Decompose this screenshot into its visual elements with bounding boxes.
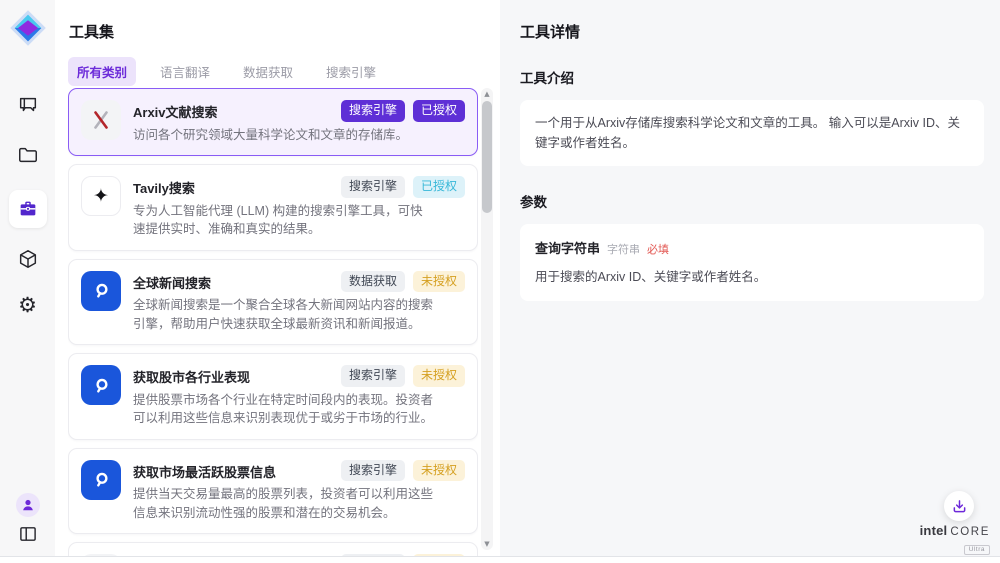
tool-description: 访问各个研究领域大量科学论文和文章的存储库。 <box>133 126 435 145</box>
params-heading: 参数 <box>520 191 984 211</box>
toolset-title: 工具集 <box>69 21 500 42</box>
category-tab[interactable]: 所有类别 <box>68 57 136 86</box>
category-badge: 搜索引擎 <box>341 100 405 122</box>
cube-icon[interactable] <box>10 242 46 276</box>
tavily-star-icon: ✦ <box>81 176 121 216</box>
intro-heading: 工具介绍 <box>520 67 984 87</box>
app-logo-icon <box>8 8 48 48</box>
left-rail: ⚙ <box>0 0 55 556</box>
folder-icon[interactable] <box>10 138 46 172</box>
tool-description: 全球新闻搜索是一个聚合全球各大新闻网站内容的搜索引擎，帮助用户快速获取全球最新资… <box>133 296 435 333</box>
tool-card[interactable]: Arxiv文献搜索 搜索引擎 已授权 访问各个研究领域大量科学论文和文章的存储库… <box>68 88 478 156</box>
panel-toggle-icon[interactable] <box>19 526 37 542</box>
category-tab[interactable]: 语言翻译 <box>151 57 219 86</box>
news-search-icon <box>81 460 121 500</box>
category-tabs: 所有类别语言翻译数据获取搜索引擎 <box>68 57 500 86</box>
tool-card[interactable]: 获取市场最活跃股票信息 搜索引擎 未授权 提供当天交易量最高的股票列表，投资者可… <box>68 448 478 535</box>
category-tab[interactable]: 数据获取 <box>234 57 302 86</box>
auth-status-badge: 未授权 <box>413 271 465 293</box>
category-badge: 搜索引擎 <box>341 460 405 482</box>
auth-status-badge: 已授权 <box>413 100 465 122</box>
category-tab[interactable]: 搜索引擎 <box>317 57 385 86</box>
user-avatar-icon[interactable] <box>16 493 40 517</box>
intro-text-box: 一个用于从Arxiv存储库搜索科学论文和文章的工具。 输入可以是Arxiv ID… <box>520 100 984 166</box>
tool-card[interactable]: 全球新闻搜索 数据获取 未授权 全球新闻搜索是一个聚合全球各大新闻网站内容的搜索… <box>68 259 478 346</box>
tool-title: 全球新闻搜索 <box>133 271 211 292</box>
settings-gear-icon[interactable]: ⚙ <box>10 288 46 322</box>
list-scrollbar[interactable]: ▲ ▼ <box>481 88 493 550</box>
intel-core-logo: intel CORE Ultra <box>920 524 990 555</box>
tool-title: 获取市场最活跃股票信息 <box>133 460 276 481</box>
scrollbar-thumb[interactable] <box>482 101 492 213</box>
tool-card[interactable]: 获取股市各行业表现 搜索引擎 未授权 提供股票市场各个行业在特定时间段内的表现。… <box>68 353 478 440</box>
category-badge: 数据获取 <box>341 271 405 293</box>
tool-detail-panel: 工具详情 工具介绍 一个用于从Arxiv存储库搜索科学论文和文章的工具。 输入可… <box>500 0 1000 556</box>
parameter-type: 字符串 <box>607 241 640 257</box>
tool-description: 提供当天交易量最高的股票列表，投资者可以利用这些信息来识别流动性强的股票和潜在的… <box>133 485 435 522</box>
scroll-down-icon[interactable]: ▼ <box>481 540 493 548</box>
parameter-description: 用于搜索的Arxiv ID、关键字或作者姓名。 <box>535 266 969 285</box>
ultra-badge: Ultra <box>964 545 990 556</box>
detail-title: 工具详情 <box>520 21 984 42</box>
arxiv-logo-icon <box>81 100 121 140</box>
tool-card[interactable]: ✦ Tavily搜索 搜索引擎 已授权 专为人工智能代理 (LLM) 构建的搜索… <box>68 164 478 251</box>
app-window: ⚙ 工具集 所有类别语言翻译数据获取搜索引擎 <box>0 0 1000 563</box>
category-badge: 搜索引擎 <box>341 365 405 387</box>
download-button[interactable] <box>944 491 974 521</box>
toolset-panel: 工具集 所有类别语言翻译数据获取搜索引擎 Arxiv文献搜索 搜索引擎 已授权 … <box>55 0 500 556</box>
parameter-required-flag: 必填 <box>647 241 669 257</box>
toolbox-icon[interactable] <box>9 190 47 228</box>
auth-status-badge: 已授权 <box>413 176 465 198</box>
tool-title: 获取股市各行业表现 <box>133 365 250 386</box>
category-badge: 搜索引擎 <box>341 176 405 198</box>
tool-description: 专为人工智能代理 (LLM) 构建的搜索引擎工具，可快速提供实时、准确和真实的结… <box>133 202 435 239</box>
news-search-icon <box>81 365 121 405</box>
scroll-up-icon[interactable]: ▲ <box>481 90 493 98</box>
parameter-card: 查询字符串 字符串 必填 用于搜索的Arxiv ID、关键字或作者姓名。 <box>520 224 984 301</box>
tool-card[interactable]: 万维地区新闻查询 搜索引擎 未授权 查询具体行政区划内的新闻，快速了解各地新闻动 <box>68 542 478 556</box>
chat-icon[interactable] <box>10 88 46 122</box>
auth-status-badge: 未授权 <box>413 365 465 387</box>
tool-title: Arxiv文献搜索 <box>133 100 218 121</box>
auth-status-badge: 未授权 <box>413 460 465 482</box>
tool-title: Tavily搜索 <box>133 176 195 197</box>
tool-card-list: Arxiv文献搜索 搜索引擎 已授权 访问各个研究领域大量科学论文和文章的存储库… <box>68 88 478 556</box>
news-search-icon <box>81 271 121 311</box>
parameter-name: 查询字符串 <box>535 238 600 257</box>
tool-description: 提供股票市场各个行业在特定时间段内的表现。投资者可以利用这些信息来识别表现优于或… <box>133 391 435 428</box>
